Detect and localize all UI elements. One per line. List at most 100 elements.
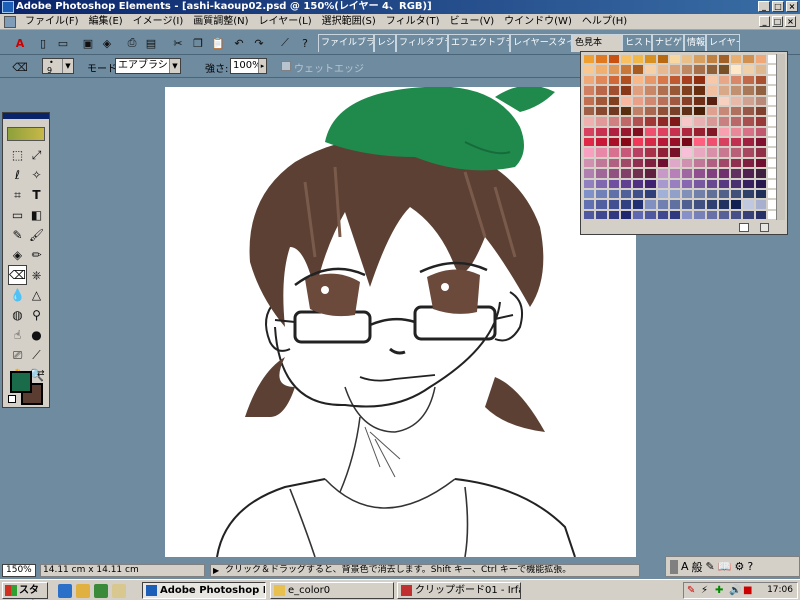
color-swatch[interactable]	[717, 168, 730, 179]
marquee-tool-icon[interactable]: ⬚	[8, 145, 27, 165]
color-swatch[interactable]	[595, 157, 608, 169]
color-swatch[interactable]	[730, 199, 743, 210]
color-swatch[interactable]	[668, 209, 681, 220]
color-swatch[interactable]	[668, 199, 681, 210]
color-swatch[interactable]	[595, 168, 608, 179]
task-folder[interactable]: e_color0	[270, 582, 394, 599]
color-swatch[interactable]	[693, 126, 706, 137]
color-swatch[interactable]	[595, 105, 608, 117]
default-colors-icon[interactable]	[8, 395, 16, 403]
color-swatch[interactable]	[705, 74, 718, 86]
tab-file-browser[interactable]: ファイルブラウザ	[318, 34, 374, 52]
color-swatch[interactable]	[619, 209, 632, 220]
color-swatch[interactable]	[632, 105, 645, 117]
color-swatch[interactable]	[693, 199, 706, 210]
color-swatch[interactable]	[717, 199, 730, 210]
color-swatch[interactable]	[583, 137, 596, 148]
color-swatch[interactable]	[730, 54, 743, 65]
color-swatch[interactable]	[644, 64, 657, 75]
color-swatch[interactable]	[717, 137, 730, 148]
color-swatch[interactable]	[681, 168, 694, 179]
color-swatch[interactable]	[607, 95, 620, 106]
color-swatch[interactable]	[619, 126, 632, 137]
color-swatch[interactable]	[656, 199, 669, 210]
color-swatch[interactable]	[754, 157, 767, 169]
color-swatch[interactable]	[607, 147, 620, 158]
color-swatch[interactable]	[742, 168, 755, 179]
color-swatch[interactable]	[583, 157, 596, 169]
undo-icon[interactable]: ↶	[231, 35, 247, 51]
menu-enhance[interactable]: 画質調整(N)	[188, 14, 253, 30]
swatch-grid[interactable]	[583, 54, 779, 220]
color-swatch[interactable]	[754, 199, 767, 210]
menu-image[interactable]: イメージ(I)	[128, 14, 189, 30]
color-swatch[interactable]	[632, 137, 645, 148]
color-swatch[interactable]	[742, 126, 755, 137]
copy-icon[interactable]: ❐	[190, 35, 206, 51]
strength-input[interactable]: 100% ▸	[230, 58, 267, 74]
color-swatch[interactable]	[656, 116, 669, 127]
doc-close-button[interactable]: ×	[785, 16, 796, 27]
swap-colors-icon[interactable]: ⇄	[37, 369, 45, 379]
color-swatch[interactable]	[607, 137, 620, 148]
color-swatch[interactable]	[742, 85, 755, 96]
app-title-bar[interactable]: Adobe Photoshop Elements - [ashi-kaoup02…	[0, 0, 800, 14]
color-swatch[interactable]	[681, 157, 694, 169]
color-swatch[interactable]	[583, 85, 596, 96]
color-swatch[interactable]	[705, 157, 718, 169]
menu-window[interactable]: ウインドウ(W)	[499, 14, 577, 30]
swatch-scrollbar[interactable]	[776, 54, 785, 220]
color-swatch[interactable]	[595, 209, 608, 220]
color-swatch[interactable]	[693, 188, 706, 200]
color-swatch[interactable]	[668, 137, 681, 148]
tab-layers[interactable]: レイヤー	[706, 34, 740, 52]
delete-swatch-icon[interactable]	[760, 223, 769, 232]
task-irfanview[interactable]: クリップボード01 - IrfanView	[397, 582, 521, 599]
color-swatch[interactable]	[583, 64, 596, 75]
color-swatch[interactable]	[644, 74, 657, 86]
color-swatch[interactable]	[730, 64, 743, 75]
color-swatch[interactable]	[681, 85, 694, 96]
color-swatch[interactable]	[717, 147, 730, 158]
color-swatch[interactable]	[668, 147, 681, 158]
color-swatch[interactable]	[730, 188, 743, 200]
cut-icon[interactable]: ✂	[170, 35, 186, 51]
color-swatch[interactable]	[668, 116, 681, 127]
sharpen-tool-icon[interactable]: △	[27, 285, 46, 305]
color-swatch[interactable]	[619, 168, 632, 179]
color-swatch[interactable]	[681, 178, 694, 189]
color-swatch[interactable]	[583, 95, 596, 106]
color-swatch[interactable]	[607, 54, 620, 65]
color-swatch[interactable]	[693, 157, 706, 169]
color-swatch[interactable]	[717, 105, 730, 117]
color-swatch[interactable]	[668, 188, 681, 200]
move-tool-icon[interactable]: ⤢	[27, 145, 46, 165]
color-swatch[interactable]	[681, 188, 694, 200]
tray-app-icon[interactable]: ■	[743, 585, 752, 596]
color-swatch[interactable]	[607, 105, 620, 117]
color-swatch[interactable]	[717, 178, 730, 189]
color-swatch[interactable]	[644, 199, 657, 210]
color-swatch[interactable]	[607, 178, 620, 189]
color-swatch[interactable]	[644, 116, 657, 127]
color-swatch[interactable]	[595, 126, 608, 137]
color-swatch[interactable]	[668, 178, 681, 189]
color-swatch[interactable]	[717, 157, 730, 169]
color-swatch[interactable]	[644, 188, 657, 200]
tray-network-icon[interactable]: ⚡	[701, 585, 708, 596]
minimize-button[interactable]: _	[758, 1, 770, 12]
burn-tool-icon[interactable]: ●	[27, 325, 46, 345]
show-desktop-icon[interactable]	[112, 584, 126, 598]
print-icon[interactable]: ⎙	[124, 35, 140, 51]
color-swatch[interactable]	[607, 64, 620, 75]
menu-layer[interactable]: レイヤー(L)	[254, 14, 317, 30]
color-swatch[interactable]	[619, 116, 632, 127]
color-swatch[interactable]	[668, 157, 681, 169]
tray-volume-icon[interactable]: 🔊	[729, 585, 741, 596]
maximize-button[interactable]: □	[772, 1, 784, 12]
color-swatch[interactable]	[644, 85, 657, 96]
color-swatch[interactable]	[693, 209, 706, 220]
color-swatch[interactable]	[681, 64, 694, 75]
ime-grip[interactable]	[670, 559, 678, 574]
eraser-tool-preset-icon[interactable]: ⌫	[12, 59, 28, 75]
